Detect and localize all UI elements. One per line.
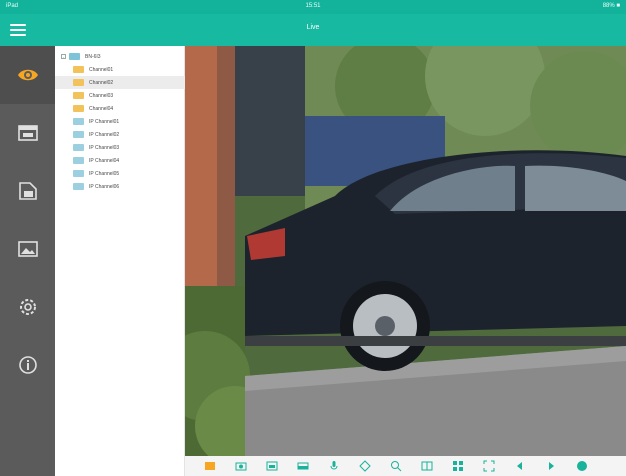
- tree-channel[interactable]: IP Channel06: [55, 180, 185, 193]
- next-icon: [549, 462, 554, 470]
- fullscreen-button[interactable]: [478, 459, 500, 473]
- camera-icon: [73, 66, 84, 73]
- tree-channel[interactable]: IP Channel01: [55, 115, 185, 128]
- file-manager-icon: [18, 182, 37, 200]
- tree-channel[interactable]: Channel01: [55, 63, 185, 76]
- snapshot-icon: [235, 462, 247, 471]
- rail-item-files[interactable]: [0, 162, 55, 220]
- channel-label: IP Channel03: [89, 144, 120, 151]
- ip-camera-icon: [73, 157, 84, 164]
- ip-camera-icon: [73, 183, 84, 190]
- tree-channel[interactable]: IP Channel02: [55, 128, 185, 141]
- collapse-icon[interactable]: -: [61, 54, 66, 59]
- device-tree: - BN-6I3 Channel01 Channel02 Channel03 C…: [55, 46, 185, 476]
- rail-item-playback[interactable]: [0, 104, 55, 162]
- eye-icon: [17, 69, 38, 81]
- camera-icon: [73, 92, 84, 99]
- quality-button[interactable]: [416, 459, 438, 473]
- status-bar: iPad 15:51 88% ■: [0, 0, 626, 14]
- record-icon: [266, 461, 278, 471]
- live-video-view[interactable]: [185, 46, 626, 456]
- channel-label: Channel04: [89, 105, 114, 112]
- favorite-button[interactable]: [571, 459, 593, 473]
- page-title: Live: [306, 24, 320, 31]
- snapshot-button[interactable]: [230, 459, 252, 473]
- quality-icon: [421, 461, 433, 471]
- info-icon: [18, 356, 37, 374]
- settings-gear-icon: [19, 299, 36, 315]
- rail-item-info[interactable]: [0, 336, 55, 394]
- stop-all-button[interactable]: [199, 459, 221, 473]
- tree-channel[interactable]: IP Channel05: [55, 167, 185, 180]
- channel-label: Channel01: [89, 66, 114, 73]
- ip-camera-icon: [73, 118, 84, 125]
- video-toolbar: [185, 456, 626, 476]
- channel-label: Channel03: [89, 92, 114, 99]
- ip-camera-icon: [73, 170, 84, 177]
- next-button[interactable]: [540, 459, 562, 473]
- audio-button[interactable]: [323, 459, 345, 473]
- rail-item-images[interactable]: [0, 220, 55, 278]
- camera-icon: [73, 105, 84, 112]
- channel-label: IP Channel06: [89, 183, 120, 190]
- ptz-icon: [359, 460, 371, 472]
- ip-camera-icon: [73, 144, 84, 151]
- zoom-icon: [391, 461, 402, 472]
- camera-feed-image: [185, 46, 626, 456]
- status-indicators: 88% ■: [602, 3, 620, 9]
- tree-channel[interactable]: IP Channel04: [55, 154, 185, 167]
- layout-button[interactable]: [447, 459, 469, 473]
- camera-icon: [73, 79, 84, 86]
- channel-label: IP Channel05: [89, 170, 120, 177]
- prev-icon: [517, 462, 522, 470]
- tree-channel[interactable]: Channel03: [55, 89, 185, 102]
- tree-channel[interactable]: Channel04: [55, 102, 185, 115]
- ip-camera-icon: [73, 131, 84, 138]
- image-icon: [17, 241, 38, 257]
- channel-label: IP Channel01: [89, 118, 120, 125]
- channel-label: IP Channel04: [89, 157, 120, 164]
- rail-item-settings[interactable]: [0, 278, 55, 336]
- device-label: BN-6I3: [85, 53, 101, 60]
- zoom-button[interactable]: [385, 459, 407, 473]
- talk-button[interactable]: [292, 459, 314, 473]
- audio-icon: [330, 461, 338, 470]
- app-header: Live: [0, 14, 626, 46]
- talk-icon: [297, 462, 309, 470]
- layout-icon: [453, 461, 463, 471]
- dvr-icon: [69, 53, 80, 60]
- prev-button[interactable]: [509, 459, 531, 473]
- channel-label: Channel02: [89, 79, 114, 86]
- fullscreen-icon: [483, 460, 495, 472]
- ptz-button[interactable]: [354, 459, 376, 473]
- tree-device[interactable]: - BN-6I3: [55, 50, 185, 63]
- rail-item-live[interactable]: [0, 46, 55, 104]
- status-time: 15:51: [305, 3, 321, 9]
- tree-channel[interactable]: IP Channel03: [55, 141, 185, 154]
- status-carrier: iPad: [6, 3, 19, 9]
- channel-label: IP Channel02: [89, 131, 120, 138]
- favorite-icon: [577, 461, 587, 471]
- stop-all-icon: [205, 462, 215, 470]
- tree-channel[interactable]: Channel02: [55, 76, 185, 89]
- nav-rail: [0, 46, 55, 476]
- playback-icon: [17, 125, 38, 141]
- record-button[interactable]: [261, 459, 283, 473]
